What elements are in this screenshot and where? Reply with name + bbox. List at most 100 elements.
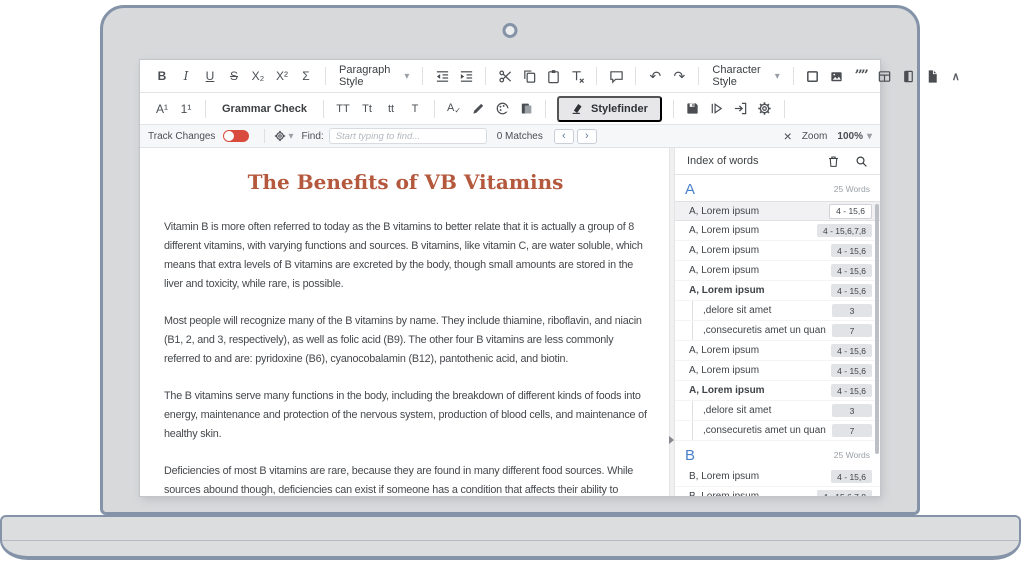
index-item-row[interactable]: ,delore sit amet 3 [675, 401, 880, 421]
insert-image-button[interactable] [826, 64, 848, 88]
copy-button[interactable] [518, 64, 540, 88]
settings-button[interactable] [754, 97, 776, 121]
index-item-pages-badge: 7 [832, 324, 872, 337]
document-editor[interactable]: The Benefits of VB Vitamins Vitamin B is… [140, 148, 669, 496]
toolbar-separator [485, 67, 486, 85]
close-find-bar-button[interactable]: × [784, 129, 792, 143]
sum-formula-button[interactable]: Σ [295, 64, 317, 88]
endnote-button[interactable]: 1¹ [175, 97, 197, 121]
index-item-pages-badge: 4 - 15,6 [831, 244, 872, 257]
edit-pencil-button[interactable] [467, 97, 489, 121]
redo-button[interactable]: ↷ [668, 64, 690, 88]
superscript-button[interactable]: X² [271, 64, 293, 88]
stylefinder-button[interactable]: Stylefinder [557, 96, 662, 122]
bold-button[interactable]: B [151, 64, 173, 88]
find-options-dropdown[interactable]: ▾ [274, 130, 293, 142]
undo-button[interactable]: ↶ [644, 64, 666, 88]
underline-button[interactable]: U [199, 64, 221, 88]
cut-button[interactable] [494, 64, 516, 88]
footnote-button[interactable]: A¹ [151, 97, 173, 121]
paste-button[interactable] [542, 64, 564, 88]
lowercase-button[interactable]: tt [380, 97, 402, 121]
redo-icon: ↷ [674, 68, 686, 85]
document-button[interactable] [922, 64, 944, 88]
strikethrough-button[interactable]: S [223, 64, 245, 88]
index-item-pages-badge: 4 - 15,6 [831, 384, 872, 397]
index-item-label: A, Lorem ipsum [689, 245, 759, 256]
chevron-down-icon: ▾ [288, 131, 293, 142]
index-item-row[interactable]: B, Lorem ipsum 4 - 15,6,7,8 [675, 487, 880, 496]
trash-icon[interactable] [827, 155, 840, 168]
normal-case-button[interactable]: T [404, 97, 426, 121]
index-item-pages-badge: 4 - 15,6,7,8 [817, 224, 872, 237]
run-preview-button[interactable] [706, 97, 728, 121]
index-item-row[interactable]: B, Lorem ipsum 4 - 15,6 [675, 467, 880, 487]
find-previous-button[interactable]: ‹ [554, 129, 574, 144]
save-button[interactable] [682, 97, 704, 121]
quote-icon: ”” [855, 68, 867, 84]
format-button-group: BIUSX₂X²Σ [150, 64, 318, 88]
index-item-label: B, Lorem ipsum [689, 491, 759, 496]
index-item-pages-badge: 4 - 15,6 [831, 264, 872, 277]
insert-frame-button[interactable] [802, 64, 824, 88]
index-item-row[interactable]: A, Lorem ipsum 4 - 15,6 [675, 281, 880, 301]
italic-button[interactable]: I [175, 64, 197, 88]
table-icon [877, 69, 892, 84]
index-item-label: A, Lorem ipsum [689, 345, 759, 356]
toolbar-separator [323, 100, 324, 118]
collapse-panel-arrow-icon[interactable] [669, 436, 674, 444]
pages-book-button[interactable] [515, 97, 537, 121]
index-panel-header: Index of words [675, 148, 880, 175]
comment-button[interactable] [605, 64, 627, 88]
character-style-dropdown[interactable]: Character Style ▾ [706, 64, 785, 88]
blockquote-button[interactable]: ”” [850, 64, 872, 88]
index-item-row[interactable]: A, Lorem ipsum 4 - 15,6 [675, 201, 880, 221]
bookmark-page-button[interactable] [898, 64, 920, 88]
word-processor-window: BIUSX₂X²Σ Paragraph Style ▾ [140, 60, 880, 496]
index-item-row[interactable]: ,consecuretis amet un quan 7 [675, 321, 880, 341]
index-section-word-count: 25 Words [834, 450, 870, 460]
indent-increase-button[interactable] [455, 64, 477, 88]
index-item-row[interactable]: A, Lorem ipsum 4 - 15,6 [675, 261, 880, 281]
uppercase-button[interactable]: TT [332, 97, 354, 121]
webcam-dot [503, 23, 518, 38]
document-body: Vitamin B is more often referred to toda… [164, 218, 647, 496]
index-item-row[interactable]: A, Lorem ipsum 4 - 15,6 [675, 241, 880, 261]
insert-table-button[interactable] [874, 64, 896, 88]
indent-decrease-icon [435, 69, 450, 84]
track-changes-toggle[interactable] [223, 130, 249, 142]
color-palette-button[interactable] [491, 97, 513, 121]
index-item-pages-badge: 3 [832, 404, 872, 417]
toolbar-separator [205, 100, 206, 118]
indent-increase-icon [459, 69, 474, 84]
index-item-row[interactable]: A, Lorem ipsum 4 - 15,6 [675, 341, 880, 361]
indent-decrease-button[interactable] [431, 64, 453, 88]
paragraph-style-dropdown[interactable]: Paragraph Style ▾ [333, 64, 415, 88]
find-input[interactable] [329, 128, 487, 144]
panel-scrollbar[interactable] [875, 204, 879, 454]
clear-formatting-button[interactable] [566, 64, 588, 88]
capitalize-button[interactable]: Tt [356, 97, 378, 121]
find-next-button[interactable]: › [577, 129, 597, 144]
grammar-check-button[interactable]: Grammar Check [214, 97, 315, 121]
index-item-row[interactable]: A, Lorem ipsum 4 - 15,6 [675, 381, 880, 401]
undo-icon: ↶ [650, 68, 662, 85]
collapse-toolbar-button[interactable]: ∧ [945, 64, 967, 88]
index-item-row[interactable]: ,consecuretis amet un quan 7 [675, 421, 880, 441]
index-item-row[interactable]: A, Lorem ipsum 4 - 15,6,7,8 [675, 221, 880, 241]
index-item-row[interactable]: ,delore sit amet 3 [675, 301, 880, 321]
frame-icon [805, 69, 820, 84]
index-section-letter: A [685, 181, 695, 198]
subscript-button[interactable]: X₂ [247, 64, 269, 88]
index-of-words-panel: Index of words A 25 Words A, Lorem ipsum… [675, 148, 880, 496]
export-button[interactable] [730, 97, 752, 121]
spellcheck-button[interactable]: A✓ [443, 97, 465, 121]
findbar-separator [264, 129, 265, 143]
toolbar-separator [545, 100, 546, 118]
zoom-level-dropdown[interactable]: 100% ▾ [837, 131, 872, 142]
paragraph-style-label: Paragraph Style [339, 64, 390, 88]
search-icon[interactable] [855, 155, 868, 168]
document-paragraph: The B vitamins serve many functions in t… [164, 387, 647, 444]
index-item-label: A, Lorem ipsum [689, 225, 759, 236]
index-item-row[interactable]: A, Lorem ipsum 4 - 15,6 [675, 361, 880, 381]
